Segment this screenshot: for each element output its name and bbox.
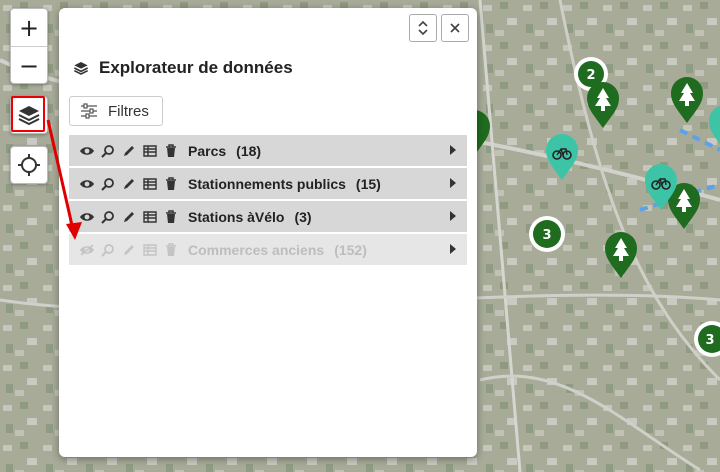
data-explorer-panel: Explorateur de données Filtres Parcs (18…	[59, 8, 477, 457]
zoom-out-button[interactable]: −	[11, 47, 47, 84]
cluster-marker[interactable]: 3	[694, 321, 720, 357]
eye-icon	[80, 212, 94, 221]
zoom-search-icon	[101, 177, 114, 191]
attribute-table-button[interactable]	[140, 174, 160, 194]
visibility-toggle[interactable]	[77, 174, 97, 194]
layer-name: Parcs	[188, 142, 227, 159]
zoom-to-layer-button[interactable]	[98, 141, 118, 161]
expand-arrow-icon[interactable]	[449, 210, 457, 222]
expand-collapse-icon	[418, 21, 428, 35]
layer-name: Commerces anciens	[188, 241, 325, 258]
trash-icon	[166, 209, 176, 223]
close-icon	[450, 23, 460, 33]
layer-name: Stationnements publics	[188, 175, 346, 192]
layer-list: Parcs (18) Stationnements publics (15) S…	[69, 135, 467, 267]
delete-layer-button[interactable]	[161, 207, 181, 227]
visibility-toggle[interactable]	[77, 240, 97, 260]
panel-title: Explorateur de données	[99, 58, 293, 77]
layer-count: (152)	[334, 241, 367, 258]
table-icon	[143, 210, 157, 223]
trash-icon	[166, 143, 176, 157]
layers-icon	[73, 62, 89, 75]
zoom-search-icon	[101, 144, 114, 158]
collapse-toggle-button[interactable]	[409, 14, 437, 42]
pencil-icon	[124, 244, 134, 255]
park-marker[interactable]	[671, 77, 703, 123]
zoom-to-layer-button[interactable]	[98, 207, 118, 227]
filters-button[interactable]: Filtres	[69, 96, 163, 126]
layers-icon	[18, 106, 40, 126]
cluster-count: 3	[705, 333, 714, 348]
park-marker[interactable]	[587, 82, 619, 128]
visibility-toggle[interactable]	[77, 141, 97, 161]
pencil-icon	[124, 178, 134, 189]
layer-row: Commerces anciens (152)	[69, 234, 467, 265]
edit-layer-button[interactable]	[119, 207, 139, 227]
close-button[interactable]	[441, 14, 469, 42]
layer-row: Stationnements publics (15)	[69, 168, 467, 199]
sliders-icon	[81, 103, 97, 119]
table-icon	[143, 177, 157, 190]
cluster-count: 2	[586, 68, 595, 83]
park-marker[interactable]	[605, 232, 637, 278]
layer-row: Parcs (18)	[69, 135, 467, 166]
trash-icon	[166, 176, 176, 190]
edit-layer-button[interactable]	[119, 141, 139, 161]
eye-icon	[80, 179, 94, 188]
table-icon	[143, 243, 157, 256]
layer-row: Stations àVélo (3)	[69, 201, 467, 232]
filters-label: Filtres	[108, 102, 149, 120]
cluster-count: 3	[542, 228, 551, 243]
eye-hidden-icon	[80, 243, 94, 256]
bike-station-marker[interactable]	[546, 134, 578, 180]
zoom-search-icon	[101, 210, 114, 224]
zoom-control: + −	[10, 8, 48, 84]
visibility-toggle[interactable]	[77, 207, 97, 227]
zoom-in-button[interactable]: +	[11, 9, 47, 47]
expand-arrow-icon[interactable]	[449, 144, 457, 156]
zoom-to-layer-button[interactable]	[98, 240, 118, 260]
edit-layer-button[interactable]	[119, 174, 139, 194]
attribute-table-button[interactable]	[140, 240, 160, 260]
layer-count: (3)	[294, 208, 312, 225]
panel-header: Explorateur de données	[73, 58, 293, 78]
eye-icon	[80, 146, 94, 155]
layer-count: (18)	[236, 142, 262, 159]
edit-layer-button[interactable]	[119, 240, 139, 260]
locate-button[interactable]	[10, 146, 48, 184]
trash-icon	[166, 242, 176, 256]
zoom-to-layer-button[interactable]	[98, 174, 118, 194]
expand-arrow-icon[interactable]	[449, 243, 457, 255]
zoom-search-icon	[101, 243, 114, 257]
pencil-icon	[124, 145, 134, 156]
delete-layer-button[interactable]	[161, 174, 181, 194]
crosshair-icon	[18, 154, 40, 176]
attribute-table-button[interactable]	[140, 141, 160, 161]
attribute-table-button[interactable]	[140, 207, 160, 227]
layer-count: (15)	[355, 175, 381, 192]
layers-button[interactable]	[10, 96, 48, 134]
delete-layer-button[interactable]	[161, 240, 181, 260]
expand-arrow-icon[interactable]	[449, 177, 457, 189]
pencil-icon	[124, 211, 134, 222]
table-icon	[143, 144, 157, 157]
cluster-marker[interactable]: 3	[529, 216, 565, 252]
bike-station-marker[interactable]	[709, 105, 720, 151]
layer-name: Stations àVélo	[188, 208, 285, 225]
delete-layer-button[interactable]	[161, 141, 181, 161]
